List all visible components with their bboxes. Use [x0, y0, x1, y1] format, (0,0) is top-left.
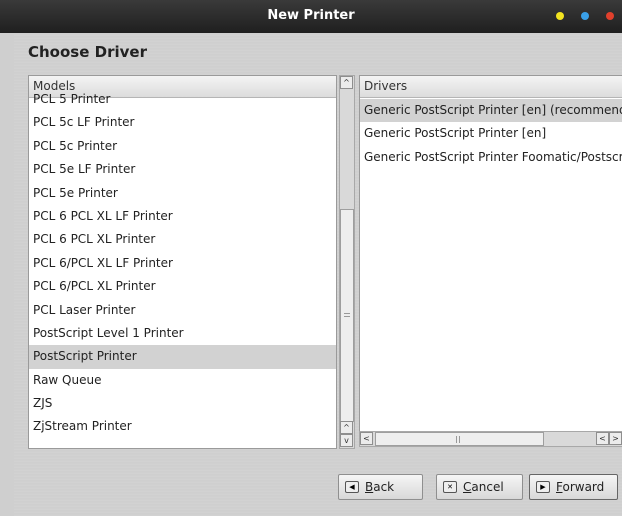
model-list-item[interactable]: PCL 6 PCL XL Printer: [29, 228, 336, 251]
driver-list-item[interactable]: Generic PostScript Printer [en]: [360, 122, 622, 145]
model-list-item[interactable]: PCL 6/PCL XL Printer: [29, 275, 336, 298]
models-scrollbar[interactable]: ^ ^ v: [339, 75, 355, 449]
window-title: New Printer: [267, 8, 355, 23]
scroll-up-small-icon[interactable]: ^: [340, 421, 353, 434]
minimize-dot-icon[interactable]: [556, 12, 564, 20]
model-list-item[interactable]: PCL 5c LF Printer: [29, 111, 336, 134]
model-list-item[interactable]: PCL Laser Printer: [29, 299, 336, 322]
model-list-item[interactable]: PCL 5c Printer: [29, 135, 336, 158]
model-list-item[interactable]: PCL 6 PCL XL LF Printer: [29, 205, 336, 228]
model-list-item[interactable]: PCL 5e LF Printer: [29, 158, 336, 181]
scroll-down-icon[interactable]: v: [340, 434, 353, 447]
forward-label-post: orward: [562, 480, 605, 494]
models-rows: PCL 5 Printer PCL 5c LF Printer PCL 5c Pri…: [29, 88, 336, 439]
models-scroll-thumb[interactable]: [340, 209, 354, 422]
back-button[interactable]: ◀ Back: [338, 474, 423, 500]
models-list[interactable]: Models PCL 5 Printer PCL 5c LF Printer PCL…: [28, 75, 337, 449]
back-label-key: B: [365, 480, 374, 494]
model-list-item[interactable]: PostScript Printer: [29, 345, 336, 369]
scroll-left-icon[interactable]: <: [360, 432, 373, 445]
back-arrow-icon: ◀: [345, 481, 359, 493]
window-titlebar: New Printer: [0, 0, 622, 33]
model-list-item[interactable]: PostScript Level 1 Printer: [29, 322, 336, 345]
model-list-item[interactable]: PCL 5 Printer: [29, 88, 336, 111]
model-list-item[interactable]: ZjStream Printer: [29, 415, 336, 438]
back-label-post: ack: [373, 480, 395, 494]
forward-button[interactable]: ▶ Forward: [529, 474, 618, 500]
cancel-button[interactable]: ✕ Cancel: [436, 474, 523, 500]
driver-list-item[interactable]: Generic PostScript Printer [en] (recomme…: [360, 99, 622, 123]
drivers-rows: Generic PostScript Printer [en] (recomme…: [360, 99, 622, 169]
cancel-label-post: ancel: [471, 480, 504, 494]
close-dot-icon[interactable]: [606, 12, 614, 20]
drivers-list[interactable]: Drivers Generic PostScript Printer [en] …: [359, 75, 622, 433]
drivers-column-header[interactable]: Drivers: [360, 76, 622, 98]
model-list-item[interactable]: ZJS: [29, 392, 336, 415]
driver-list-item[interactable]: Generic PostScript Printer Foomatic/Post…: [360, 146, 622, 169]
model-list-item[interactable]: PCL 6/PCL XL LF Printer: [29, 252, 336, 275]
new-printer-dialog: Choose Driver Models PCL 5 Printer PCL 5c…: [14, 33, 622, 516]
maximize-dot-icon[interactable]: [581, 12, 589, 20]
model-list-item[interactable]: PCL 5e Printer: [29, 182, 336, 205]
scroll-up-icon[interactable]: ^: [340, 76, 353, 89]
scroll-left-small-icon[interactable]: <: [596, 432, 609, 445]
forward-arrow-icon: ▶: [536, 481, 550, 493]
model-list-item[interactable]: Raw Queue: [29, 369, 336, 392]
cancel-x-icon: ✕: [443, 481, 457, 493]
drivers-hscrollbar[interactable]: < < >: [359, 431, 622, 447]
drivers-scroll-thumb[interactable]: [375, 432, 544, 446]
scroll-right-icon[interactable]: >: [609, 432, 622, 445]
page-title: Choose Driver: [28, 43, 147, 61]
